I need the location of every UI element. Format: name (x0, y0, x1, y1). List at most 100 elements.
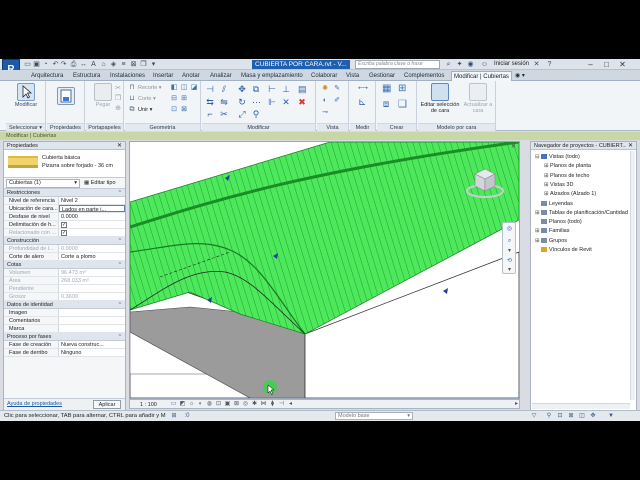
qa-dropdown-icon[interactable]: ▾ (150, 61, 157, 68)
analytical-icon[interactable]: ⧫ (269, 401, 276, 408)
view-scale[interactable]: 1 : 100 (140, 401, 157, 409)
zoom-dropdown-icon[interactable]: ▾ (506, 248, 513, 255)
update-to-face-button[interactable]: Actualizar a cara (462, 83, 494, 121)
split-icon[interactable]: ✂ (220, 110, 228, 119)
property-value[interactable]: Lados en parte i... (59, 205, 125, 212)
browser-node[interactable]: ⊟ Vistas (todo) (535, 153, 580, 161)
match-icon[interactable]: ▤ (298, 85, 307, 94)
collapse-icon[interactable]: ⌃ (118, 333, 122, 341)
join-roof-icon[interactable]: ⊞ (180, 95, 188, 103)
offset-icon[interactable]: ⫽ (220, 85, 228, 94)
reveal-hidden-icon[interactable]: ✱ (251, 401, 258, 408)
property-value[interactable]: ✓ (59, 221, 125, 228)
roof-model-view[interactable] (130, 142, 519, 398)
checkbox[interactable]: ✓ (61, 222, 67, 228)
create-group-icon[interactable]: ⊞ (398, 84, 406, 94)
browser-node[interactable]: Leyendas (535, 200, 573, 208)
match-props-icon[interactable]: ⊕ (114, 105, 122, 113)
brush-icon[interactable]: ✎ (333, 85, 341, 93)
collapse-icon[interactable]: ⌃ (118, 301, 122, 309)
workset-icon[interactable]: ⊞ (170, 412, 178, 420)
property-value[interactable] (59, 317, 125, 324)
checkbox[interactable]: ✓ (61, 230, 67, 236)
collapse-icon[interactable]: ⌃ (118, 189, 122, 197)
lock-3d-icon[interactable]: ⊠ (233, 401, 240, 408)
crop-visibility-icon[interactable]: ▣ (224, 401, 231, 408)
mirror-axis-icon[interactable]: ⇆ (206, 98, 214, 107)
browser-node[interactable]: ⊞Alzados (Alzado 1) (544, 190, 596, 198)
thin-lines-icon[interactable]: ≡ (120, 61, 127, 68)
tab-vista[interactable]: Vista (346, 71, 359, 81)
property-value[interactable]: Nueva construc... (59, 341, 125, 348)
tab-arquitectura[interactable]: Arquitectura (31, 71, 63, 81)
3d-viewport[interactable]: ✕ ◎ ⌕ ▾ ⟲ ▾ (129, 141, 520, 399)
instance-filter-select[interactable]: Cubiertas (1) ▾ (6, 179, 80, 188)
property-section-header[interactable]: Cotas ⌃ (4, 261, 125, 269)
save-icon[interactable]: ▣ (33, 61, 40, 68)
rotate-icon[interactable]: ↻ (238, 98, 246, 107)
trim-multi-icon[interactable]: ⊢ (268, 85, 276, 94)
browser-node[interactable]: ⊞ Tablas de planificación/Cantidad (535, 209, 628, 217)
help-icon[interactable]: ? (545, 60, 554, 69)
close-view-icon[interactable]: ✕ (511, 143, 516, 150)
scroll-right-icon[interactable]: ▸ (513, 401, 520, 408)
scroll-left-icon[interactable]: ◂ (287, 401, 294, 408)
similar-icon[interactable]: ❑ (398, 100, 407, 110)
browser-node[interactable]: Vínculos de Revit (535, 246, 592, 254)
search-icon[interactable]: ⌕ (444, 60, 453, 69)
property-section-header[interactable]: Construcción ⌃ (4, 237, 125, 245)
search-input[interactable]: Escriba palabra clave o frase (355, 60, 440, 69)
browser-node[interactable]: ⊞ Familias (535, 227, 569, 235)
undo-icon[interactable]: ↶ (52, 61, 59, 68)
vertical-scrollbar[interactable] (630, 151, 635, 400)
measure-tool-icon[interactable]: ⟷ (358, 85, 368, 93)
shadows-icon[interactable]: ◐ (197, 401, 204, 408)
render-icon[interactable]: ◍ (206, 401, 213, 408)
hide-icon[interactable]: ◐ (321, 97, 329, 105)
design-option-select[interactable]: Modelo base ▾ (335, 412, 413, 420)
align-icon[interactable]: ⊣ (206, 85, 214, 94)
tab-instalaciones[interactable]: Instalaciones (110, 71, 145, 81)
user-icon[interactable]: ☺ (480, 60, 489, 69)
temp-hide-icon[interactable]: ◎ (242, 401, 249, 408)
tab-gestionar[interactable]: Gestionar (369, 71, 395, 81)
join-icon[interactable]: ⧉ (128, 106, 136, 114)
split-face-icon[interactable]: ◫ (180, 84, 188, 92)
text-icon[interactable]: A (90, 61, 97, 68)
trim-icon[interactable]: ⌐ (206, 110, 214, 119)
unpin-icon[interactable]: ⊥ (282, 85, 290, 94)
cope-icon[interactable]: ⊓ (128, 84, 136, 92)
drag-elements-icon[interactable]: ✥ (589, 412, 597, 420)
paint-icon[interactable]: ◪ (190, 84, 198, 92)
horizontal-scrollbar[interactable] (532, 403, 630, 409)
communication-icon[interactable]: ◉ (466, 60, 475, 69)
collapse-icon[interactable]: ⌃ (118, 261, 122, 269)
array-icon[interactable]: ⋯ (252, 98, 261, 107)
browser-node[interactable]: Planos (todo) (535, 218, 582, 226)
property-value[interactable]: 0.0000 (59, 213, 125, 220)
collapse-icon[interactable]: ⌃ (118, 237, 122, 245)
property-section-header[interactable]: Proceso por fases ⌃ (4, 333, 125, 341)
create-parts-icon[interactable]: ▦ (382, 84, 391, 94)
demolish-icon[interactable]: ⊟ (170, 95, 178, 103)
linework-icon[interactable]: ⊸ (321, 109, 329, 117)
filter-count-icon[interactable]: ▼ (607, 412, 615, 420)
browser-node[interactable]: ⊞ Grupos (535, 237, 567, 245)
ribbon-minimize-icon[interactable]: ◉ ▾ (515, 71, 525, 81)
copy-icon[interactable]: ❐ (114, 95, 122, 103)
property-section-header[interactable]: Restricciones ⌃ (4, 189, 125, 197)
print-icon[interactable]: ⎙ (70, 61, 77, 68)
apply-button[interactable]: Aplicar (93, 400, 121, 409)
section-icon[interactable]: ◈ (110, 61, 117, 68)
orbit-icon[interactable]: ⟲ (506, 258, 513, 265)
cut-button[interactable]: Corte ▾ (138, 95, 156, 103)
tab-complementos[interactable]: Complementos (404, 71, 444, 81)
bulb-icon[interactable]: ✺ (321, 85, 329, 93)
viewcube[interactable] (465, 164, 505, 202)
measure-icon[interactable]: ↔ (80, 61, 87, 68)
cope-geometry-icon[interactable]: ⊠ (180, 106, 188, 114)
delete-icon[interactable]: ✕ (282, 98, 290, 107)
tab-insertar[interactable]: Insertar (153, 71, 173, 81)
worksharing-icon[interactable]: ⋈ (260, 401, 267, 408)
panel-seleccionar-label[interactable]: Seleccionar ▾ (6, 123, 45, 131)
